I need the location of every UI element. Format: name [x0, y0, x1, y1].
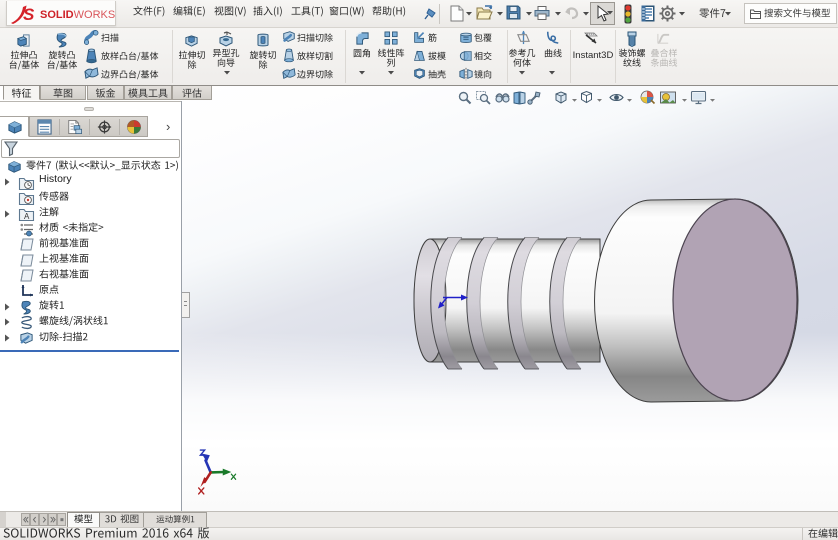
- svg-text:A: A: [24, 212, 30, 221]
- svg-text:S: S: [23, 5, 35, 24]
